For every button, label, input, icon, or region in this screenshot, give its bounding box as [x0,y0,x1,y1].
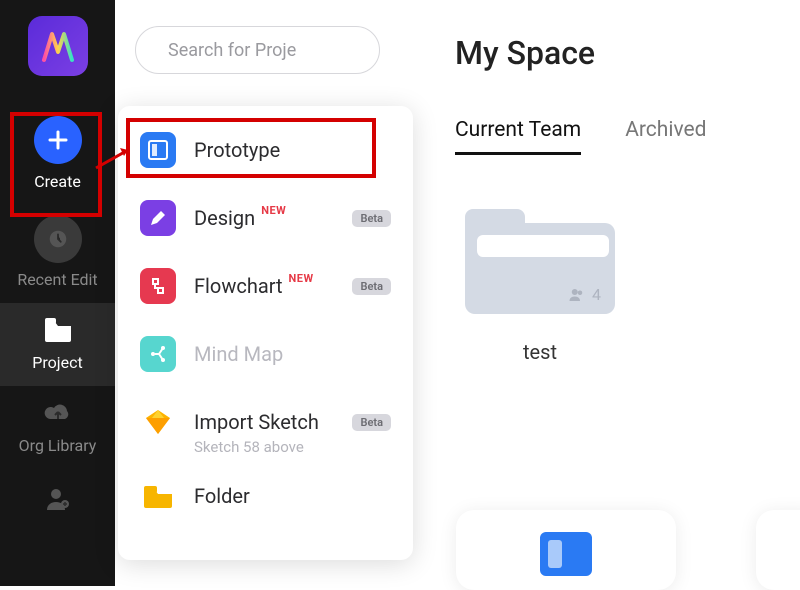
menu-item-label: Design [194,206,255,230]
create-menu: Prototype Design NEW Beta Flowchart NEW … [118,106,413,560]
sidebar-item-label: Recent Edit [17,271,97,289]
menu-item-mindmap[interactable]: Mind Map [118,320,413,388]
project-card[interactable] [456,510,676,590]
app-logo[interactable] [28,16,88,76]
menu-item-label: Mind Map [194,342,283,366]
tabs: Current Team Archived [455,118,800,155]
folder-name: test [523,340,557,364]
plus-icon [34,116,82,164]
beta-badge: Beta [352,210,391,227]
left-sidebar: Create Recent Edit Project Org Library [0,0,115,586]
folder-card[interactable]: 4 test [455,209,625,364]
sidebar-item-project[interactable]: Project [0,303,115,386]
flowchart-icon [140,268,176,304]
sidebar-item-recent-edit[interactable]: Recent Edit [0,205,115,303]
folder-icon [42,313,74,345]
menu-item-prototype[interactable]: Prototype [118,116,413,184]
menu-item-label: Flowchart [194,274,283,298]
beta-badge: Beta [352,414,391,431]
cloud-up-icon [42,396,74,428]
main-area: My Space Current Team Archived 4 test [415,0,800,586]
folder-member-count: 4 [592,285,601,304]
menu-item-label: Import Sketch [194,410,319,434]
project-card-partial[interactable] [756,510,800,590]
user-add-icon [42,483,74,515]
sidebar-item-label: Org Library [19,436,97,455]
page-title: My Space [455,34,800,72]
beta-badge: Beta [352,278,391,295]
sidebar-item-create[interactable]: Create [0,106,115,205]
clock-icon [34,215,82,263]
folder-thumbnail: 4 [465,209,615,314]
search-input[interactable] [168,40,396,61]
members-icon [568,286,586,304]
sidebar-item-user[interactable] [0,473,115,537]
design-icon [140,200,176,236]
menu-item-subtext: Sketch 58 above [118,438,413,456]
tab-current-team[interactable]: Current Team [455,118,581,155]
sketch-icon [140,404,176,440]
mindmap-icon [140,336,176,372]
logo-icon [38,26,78,66]
new-badge: NEW [289,272,314,285]
sidebar-item-org-library[interactable]: Org Library [0,386,115,469]
prototype-icon [140,132,176,168]
menu-item-folder[interactable]: Folder [118,462,413,530]
menu-item-label: Prototype [194,138,280,162]
menu-item-label: Folder [194,484,250,508]
menu-item-flowchart[interactable]: Flowchart NEW Beta [118,252,413,320]
project-thumbnail-icon [540,532,592,576]
sidebar-item-label: Create [34,172,81,191]
menu-item-design[interactable]: Design NEW Beta [118,184,413,252]
tab-archived[interactable]: Archived [625,118,706,155]
sidebar-item-label: Project [32,353,82,372]
folder-icon [140,478,176,514]
new-badge: NEW [261,204,286,217]
search-input-container[interactable] [135,26,380,74]
